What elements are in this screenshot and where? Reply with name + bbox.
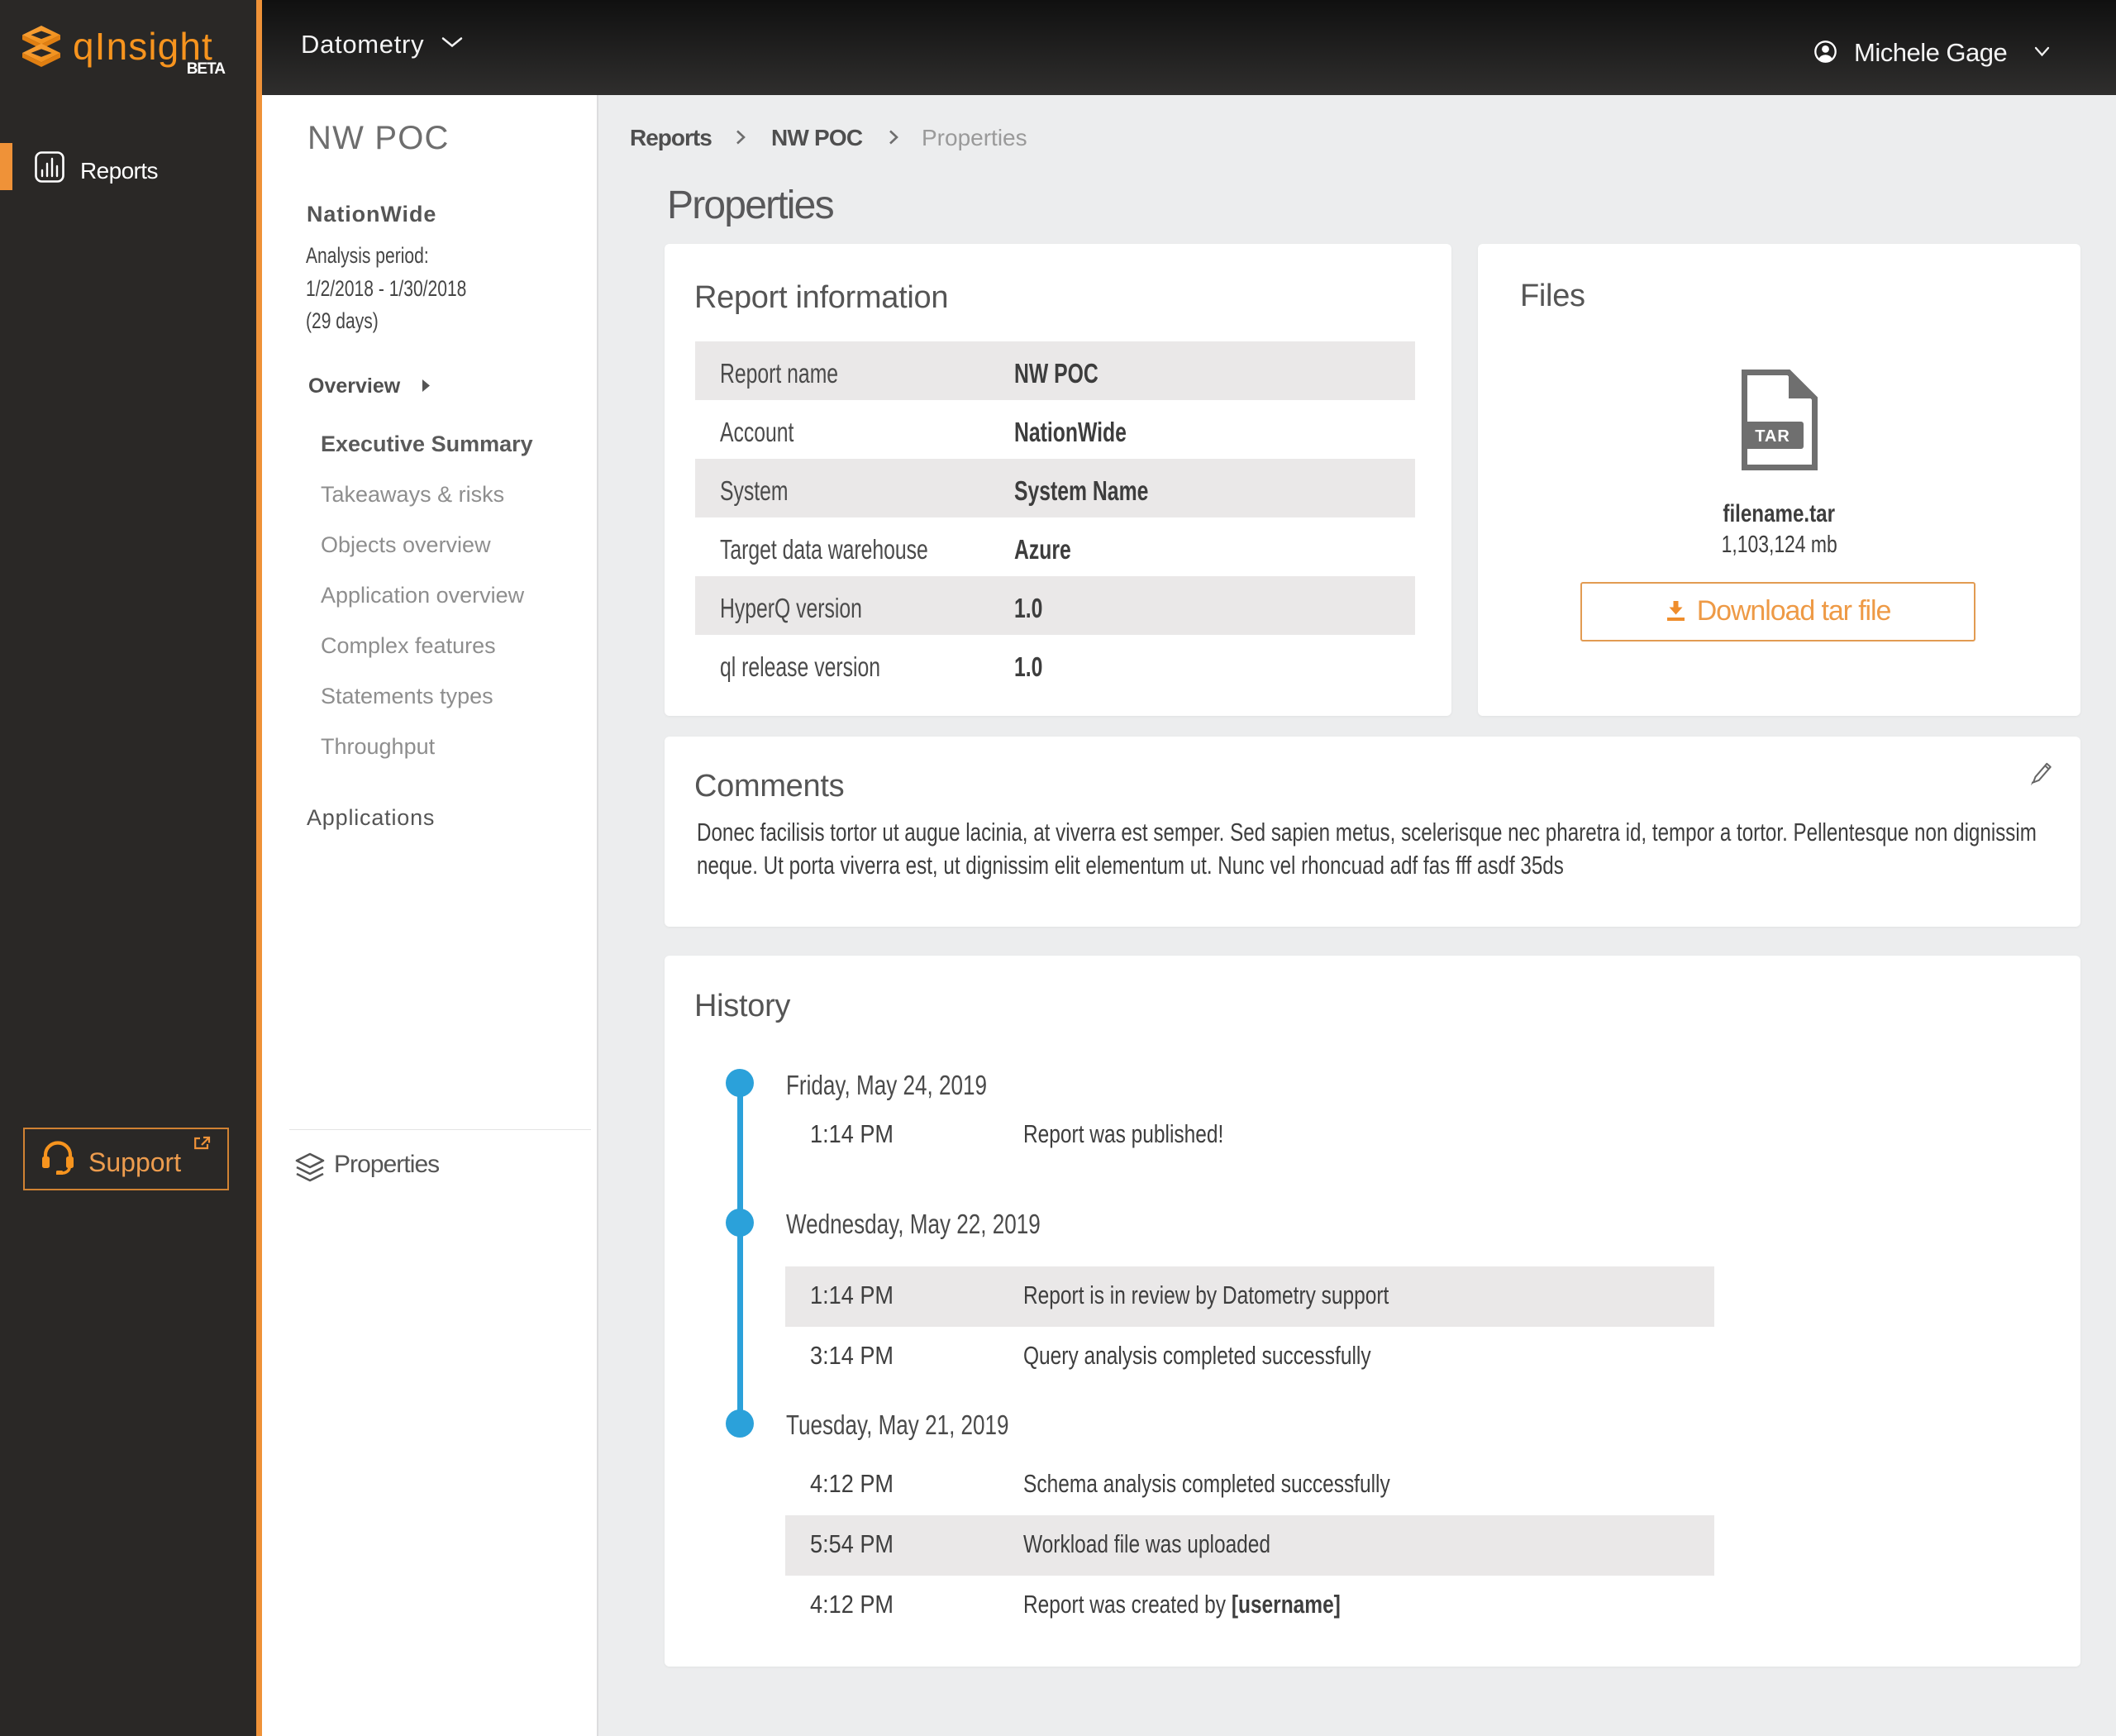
svg-text:TAR: TAR [1755, 427, 1790, 446]
